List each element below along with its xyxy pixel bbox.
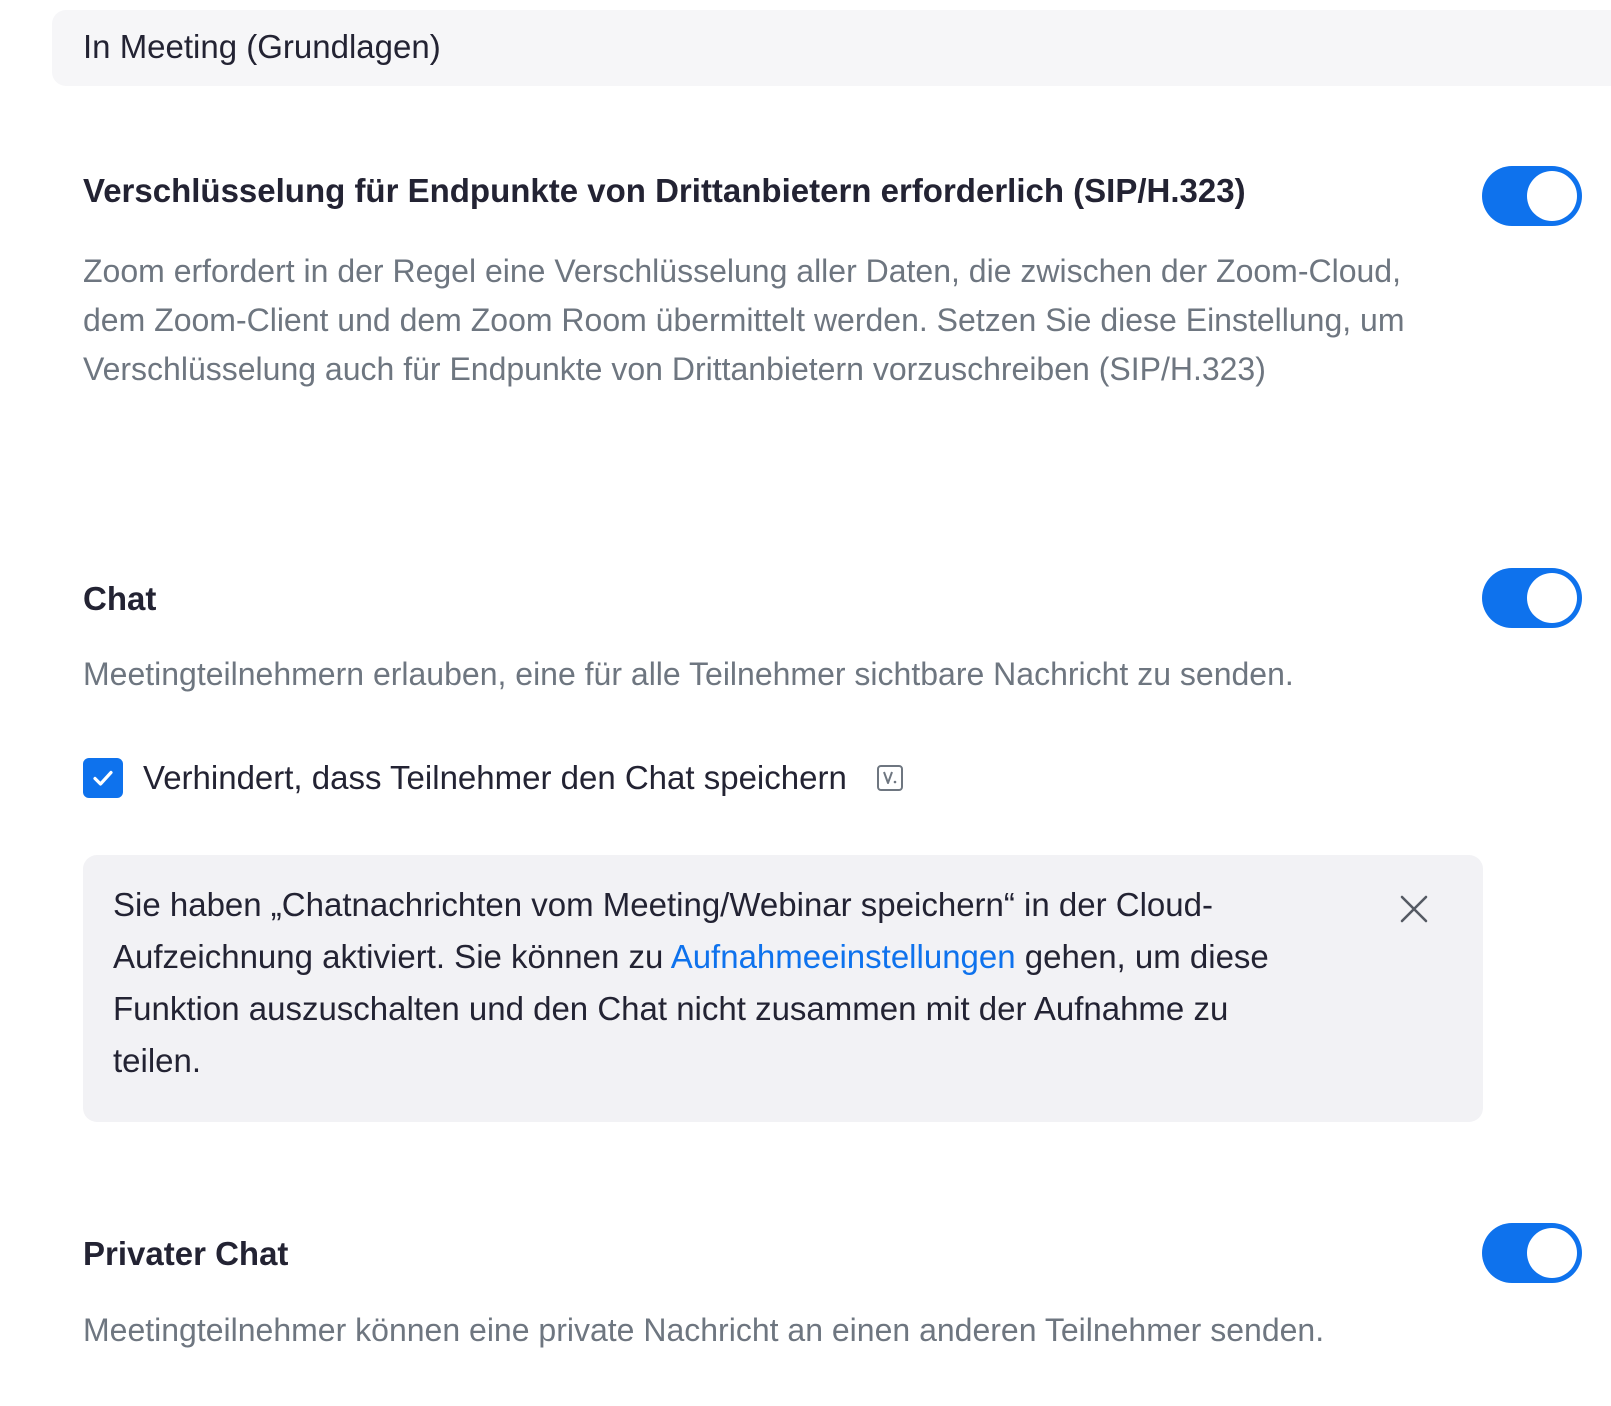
setting-private-chat-title: Privater Chat — [83, 1235, 289, 1272]
setting-encryption-description: Zoom erfordert in der Regel eine Verschl… — [83, 253, 1405, 387]
cloud-recording-notice: Sie haben „Chatnachrichten vom Meeting/W… — [83, 855, 1483, 1122]
setting-chat-title: Chat — [83, 580, 157, 617]
prevent-save-chat-label: Verhindert, dass Teilnehmer den Chat spe… — [143, 759, 847, 796]
toggle-private-chat[interactable] — [1482, 1223, 1582, 1283]
close-icon[interactable] — [1398, 893, 1430, 925]
section-title: In Meeting (Grundlagen) — [83, 28, 441, 65]
setting-chat-description: Meetingteilnehmern erlauben, eine für al… — [83, 656, 1294, 692]
setting-chat: Chat — [83, 580, 156, 618]
setting-encryption-title: Verschlüsselung für Endpunkte von Dritta… — [83, 172, 1246, 209]
toggle-encryption[interactable] — [1482, 166, 1582, 226]
notice-text: Sie haben „Chatnachrichten vom Meeting/W… — [113, 879, 1323, 1087]
setting-private-chat-description: Meetingteilnehmer können eine private Na… — [83, 1312, 1325, 1348]
toggle-chat[interactable] — [1482, 568, 1582, 628]
recording-settings-link[interactable]: Aufnahmeeinstellungen — [671, 938, 1016, 975]
prevent-save-chat-checkbox[interactable] — [83, 758, 123, 798]
toggle-knob — [1527, 1228, 1577, 1278]
setting-title-encryption: Verschlüsselung für Endpunkte von Dritta… — [83, 172, 1246, 210]
setting-private-chat: Privater Chat — [83, 1235, 288, 1273]
toggle-knob — [1527, 171, 1577, 221]
section-header: In Meeting (Grundlagen) — [52, 10, 1611, 86]
lock-icon[interactable] — [875, 763, 905, 793]
check-icon — [93, 770, 113, 786]
toggle-knob — [1527, 573, 1577, 623]
prevent-save-chat-option: Verhindert, dass Teilnehmer den Chat spe… — [83, 758, 905, 798]
